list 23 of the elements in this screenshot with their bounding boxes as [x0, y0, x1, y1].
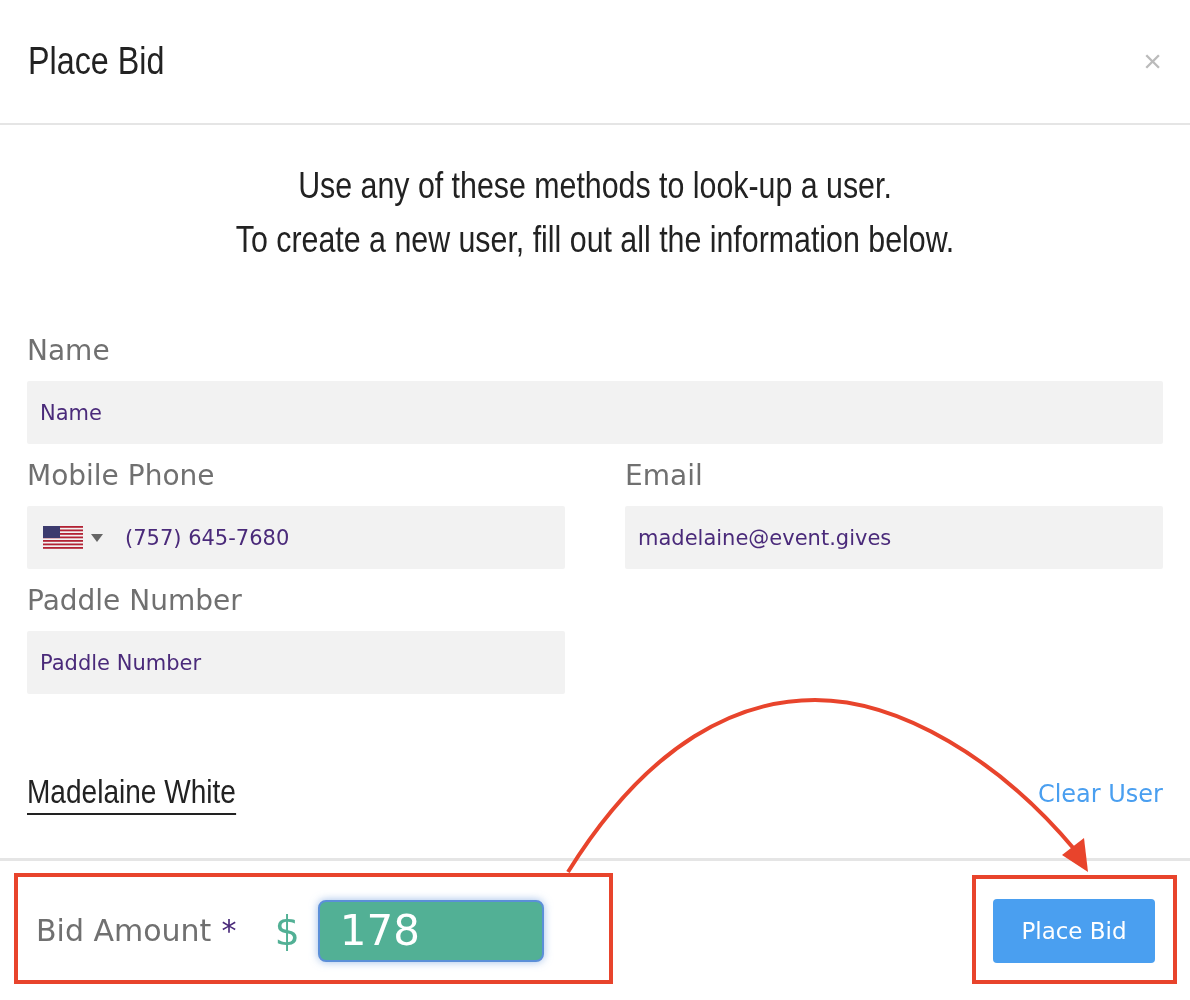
- field-label: Mobile Phone: [27, 458, 216, 494]
- user-name: Madelaine White: [27, 773, 236, 815]
- us-flag-icon: [43, 525, 83, 550]
- field-label: Email: [625, 458, 704, 494]
- field-label: Name: [27, 333, 111, 369]
- input-field[interactable]: Name: [27, 381, 1163, 444]
- caret-icon: [91, 533, 103, 542]
- field-label: Paddle Number: [27, 583, 243, 619]
- input-field[interactable]: madelaine@event.gives: [625, 506, 1163, 569]
- required-mark: *: [221, 913, 237, 948]
- modal-title: Place Bid: [28, 40, 165, 83]
- country-selector[interactable]: [40, 525, 103, 550]
- currency-symbol: $: [274, 907, 300, 954]
- phone-number-input[interactable]: (757) 645-7680: [123, 524, 552, 551]
- input-field[interactable]: Paddle Number: [27, 631, 565, 694]
- bid-label: Bid Amount: [36, 913, 212, 948]
- place-bid-button[interactable]: Place Bid: [993, 898, 1155, 963]
- clear-user-link[interactable]: Clear User: [1037, 780, 1163, 808]
- instruction-text: Use any of these methods to look-up a user.: [298, 165, 892, 207]
- close-button[interactable]: ×: [1143, 43, 1162, 80]
- instruction-text: To create a new user, fill out all the information below.: [235, 219, 955, 261]
- bid-input[interactable]: 178: [317, 899, 544, 962]
- phone-field[interactable]: (757) 645-7680: [27, 506, 565, 569]
